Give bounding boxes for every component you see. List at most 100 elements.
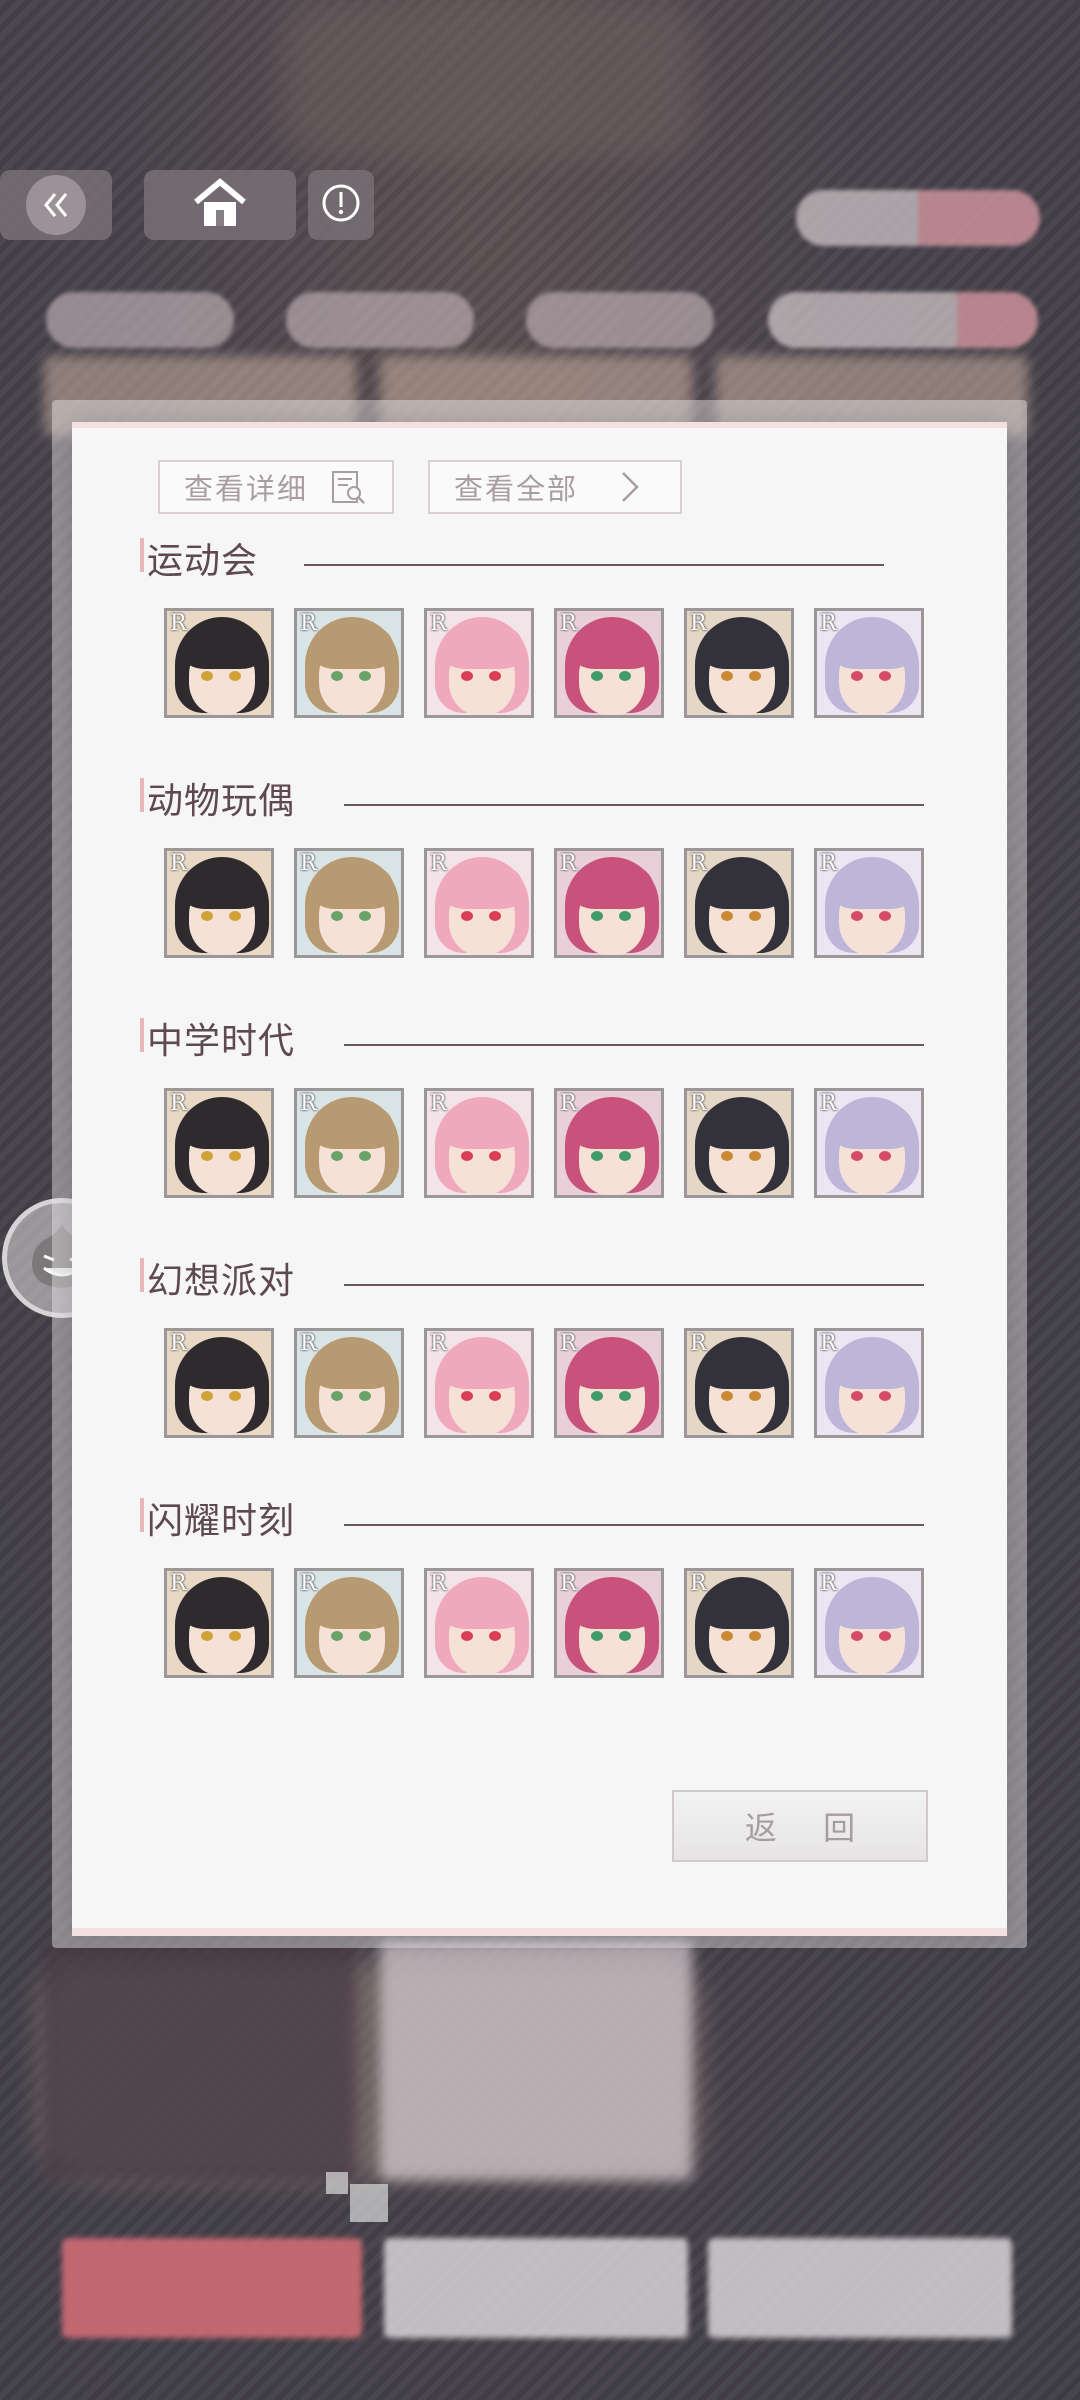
character-card[interactable]: R bbox=[424, 608, 534, 718]
character-card[interactable]: R bbox=[684, 848, 794, 958]
view-all-button[interactable]: 查看全部 bbox=[428, 460, 682, 514]
character-card[interactable]: R bbox=[424, 1328, 534, 1438]
character-card[interactable]: R bbox=[684, 1328, 794, 1438]
character-card[interactable]: R bbox=[814, 848, 924, 958]
card-rank-label: R bbox=[170, 1571, 187, 1596]
card-rank-label: R bbox=[820, 1091, 837, 1116]
character-card[interactable]: R bbox=[164, 1568, 274, 1678]
character-card[interactable]: R bbox=[814, 1568, 924, 1678]
character-card[interactable]: R bbox=[554, 848, 664, 958]
character-eye bbox=[721, 1391, 733, 1401]
background-bottom-button bbox=[384, 2238, 688, 2338]
background-shape bbox=[280, 0, 700, 160]
card-rank-label: R bbox=[430, 1571, 447, 1596]
card-rank-label: R bbox=[560, 611, 577, 636]
character-fringe bbox=[443, 1581, 523, 1629]
card-rank-label: R bbox=[300, 851, 317, 876]
card-rank-label: R bbox=[300, 1091, 317, 1116]
character-eye bbox=[229, 1151, 241, 1161]
character-eye bbox=[851, 1151, 863, 1161]
character-fringe bbox=[313, 621, 393, 669]
character-eye bbox=[591, 1391, 603, 1401]
character-card[interactable]: R bbox=[554, 1088, 664, 1198]
view-detail-button[interactable]: 查看详细 bbox=[158, 460, 394, 514]
character-eye bbox=[851, 1391, 863, 1401]
character-eye bbox=[359, 1151, 371, 1161]
character-eye bbox=[851, 671, 863, 681]
character-card[interactable]: R bbox=[424, 1568, 534, 1678]
character-eye bbox=[359, 911, 371, 921]
character-card[interactable]: R bbox=[294, 1088, 404, 1198]
character-card[interactable]: R bbox=[684, 1568, 794, 1678]
document-search-icon bbox=[330, 469, 368, 505]
character-card[interactable]: R bbox=[554, 1568, 664, 1678]
character-card[interactable]: R bbox=[684, 608, 794, 718]
section-accent-bar bbox=[140, 1258, 144, 1292]
character-eye bbox=[619, 1631, 631, 1641]
character-eye bbox=[489, 1631, 501, 1641]
section-divider bbox=[344, 1524, 924, 1526]
character-eye bbox=[619, 911, 631, 921]
character-card[interactable]: R bbox=[164, 1088, 274, 1198]
character-eye bbox=[461, 671, 473, 681]
background-bottom-button bbox=[62, 2238, 362, 2338]
character-card[interactable]: R bbox=[554, 1328, 664, 1438]
character-card[interactable]: R bbox=[294, 848, 404, 958]
character-eye bbox=[229, 1631, 241, 1641]
card-rank-label: R bbox=[690, 1571, 707, 1596]
character-card[interactable]: R bbox=[814, 1088, 924, 1198]
background-filter-pill bbox=[768, 292, 1038, 348]
character-card[interactable]: R bbox=[164, 848, 274, 958]
view-all-label: 查看全部 bbox=[454, 472, 579, 506]
return-button[interactable]: 返 回 bbox=[672, 1790, 928, 1862]
character-card[interactable]: R bbox=[684, 1088, 794, 1198]
card-rank-label: R bbox=[430, 1331, 447, 1356]
character-fringe bbox=[703, 861, 783, 909]
character-fringe bbox=[833, 861, 913, 909]
character-card[interactable]: R bbox=[294, 608, 404, 718]
character-card[interactable]: R bbox=[814, 1328, 924, 1438]
character-eye bbox=[229, 1391, 241, 1401]
section-title: 幻想派对 bbox=[147, 1261, 296, 1302]
background-filter-pill bbox=[286, 292, 474, 348]
character-fringe bbox=[313, 1101, 393, 1149]
character-fringe bbox=[573, 861, 653, 909]
background-square bbox=[350, 2184, 388, 2222]
back-button[interactable] bbox=[0, 170, 112, 240]
character-card[interactable]: R bbox=[294, 1568, 404, 1678]
card-rank-label: R bbox=[820, 611, 837, 636]
card-rank-label: R bbox=[430, 611, 447, 636]
section-divider bbox=[344, 1044, 924, 1046]
home-button[interactable] bbox=[144, 170, 296, 240]
character-eye bbox=[879, 671, 891, 681]
character-eye bbox=[489, 1151, 501, 1161]
character-eye bbox=[229, 911, 241, 921]
character-eye bbox=[591, 671, 603, 681]
background-card bbox=[380, 1940, 692, 2180]
character-eye bbox=[201, 911, 213, 921]
character-card[interactable]: R bbox=[554, 608, 664, 718]
home-icon bbox=[192, 178, 248, 232]
character-fringe bbox=[573, 1341, 653, 1389]
background-filter-pill bbox=[526, 292, 714, 348]
character-card[interactable]: R bbox=[424, 1088, 534, 1198]
character-fringe bbox=[703, 1101, 783, 1149]
character-card[interactable]: R bbox=[814, 608, 924, 718]
info-button[interactable] bbox=[308, 170, 374, 240]
character-eye bbox=[201, 1631, 213, 1641]
character-card[interactable]: R bbox=[424, 848, 534, 958]
character-eye bbox=[331, 671, 343, 681]
return-label: 返 回 bbox=[744, 1809, 874, 1847]
character-card[interactable]: R bbox=[164, 1328, 274, 1438]
character-fringe bbox=[703, 1341, 783, 1389]
card-rank-label: R bbox=[690, 611, 707, 636]
card-rank-label: R bbox=[170, 1091, 187, 1116]
character-fringe bbox=[183, 1341, 263, 1389]
character-card[interactable]: R bbox=[294, 1328, 404, 1438]
background-filter-pill bbox=[46, 292, 234, 348]
character-eye bbox=[879, 1391, 891, 1401]
character-eye bbox=[461, 1391, 473, 1401]
character-card[interactable]: R bbox=[164, 608, 274, 718]
chevron-right-icon bbox=[618, 469, 642, 505]
character-eye bbox=[721, 1151, 733, 1161]
